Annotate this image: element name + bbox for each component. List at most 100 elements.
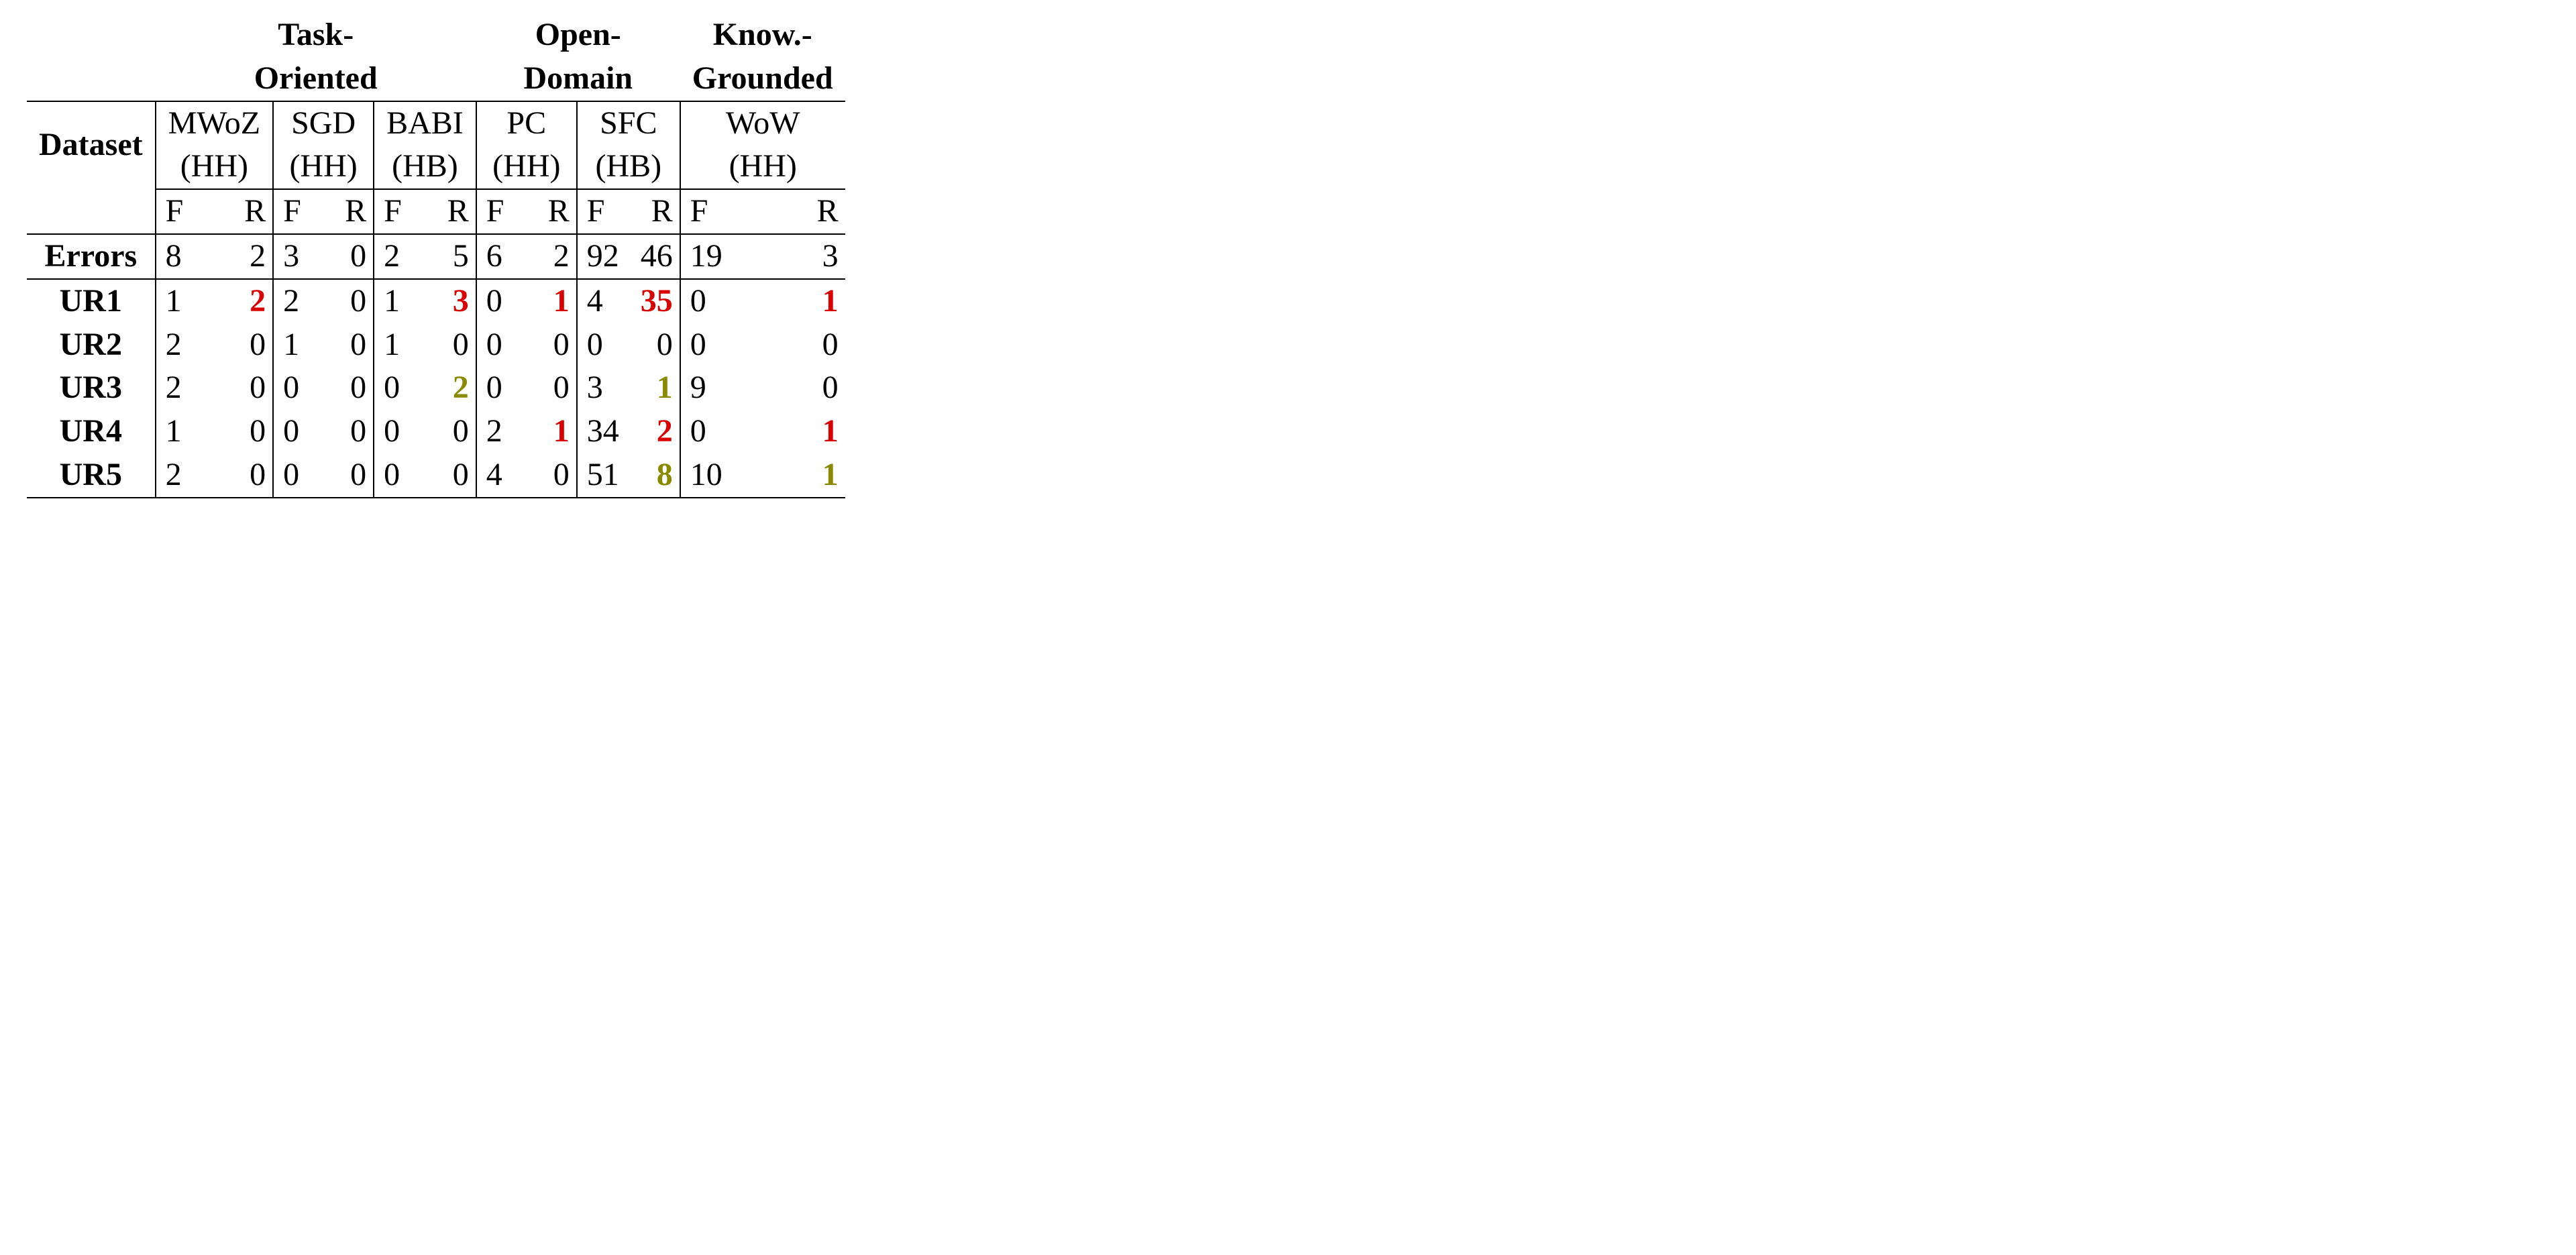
cell: 6 (476, 234, 532, 279)
cell: 0 (476, 279, 532, 323)
dataset-wow-sub: (HH) (680, 145, 845, 189)
cell: 0 (329, 366, 374, 410)
cell: 1 (156, 279, 221, 323)
cell: 3 (577, 366, 634, 410)
row-ur5: UR5 2 0 0 0 0 0 4 0 51 8 10 1 (27, 453, 845, 498)
cell: 1 (634, 366, 680, 410)
col-f: F (273, 189, 329, 234)
cell: 0 (476, 366, 532, 410)
group-task-oriented: Task- (156, 13, 476, 57)
cell: 46 (634, 234, 680, 279)
cell: 0 (329, 453, 374, 498)
dataset-label: Dataset (27, 101, 156, 190)
cell: 0 (329, 234, 374, 279)
cell: 3 (431, 279, 476, 323)
group-open-domain: Open- (476, 13, 680, 57)
col-r: R (634, 189, 680, 234)
col-f: F (374, 189, 430, 234)
cell: 4 (577, 279, 634, 323)
group-know-grounded-b: Grounded (680, 57, 845, 101)
cell: 0 (532, 323, 577, 367)
cell: 0 (431, 453, 476, 498)
row-label: Errors (27, 234, 156, 279)
cell: 2 (221, 279, 273, 323)
col-r: R (532, 189, 577, 234)
row-ur2: UR2 2 0 1 0 1 0 0 0 0 0 0 0 (27, 323, 845, 367)
cell: 0 (273, 410, 329, 453)
group-header-row-1: Task- Open- Know.- (27, 13, 845, 57)
dataset-sfc: SFC (577, 101, 680, 146)
cell: 0 (273, 366, 329, 410)
row-errors: Errors 8 2 3 0 2 5 6 2 92 46 19 3 (27, 234, 845, 279)
group-know-grounded: Know.- (680, 13, 845, 57)
row-label: UR3 (27, 366, 156, 410)
cell: 2 (221, 234, 273, 279)
cell: 9 (680, 366, 773, 410)
cell: 8 (156, 234, 221, 279)
cell: 1 (532, 410, 577, 453)
cell: 2 (156, 453, 221, 498)
dataset-mwoz-sub: (HH) (156, 145, 273, 189)
cell: 34 (577, 410, 634, 453)
cell: 0 (773, 366, 845, 410)
col-f: F (577, 189, 634, 234)
col-r: R (329, 189, 374, 234)
cell: 0 (221, 410, 273, 453)
cell: 0 (680, 279, 773, 323)
row-ur3: UR3 2 0 0 0 0 2 0 0 3 1 9 0 (27, 366, 845, 410)
cell: 0 (374, 453, 430, 498)
col-f: F (156, 189, 221, 234)
cell: 19 (680, 234, 773, 279)
row-ur4: UR4 1 0 0 0 0 0 2 1 34 2 0 1 (27, 410, 845, 453)
cell: 0 (221, 453, 273, 498)
cell: 4 (476, 453, 532, 498)
group-open-domain-b: Domain (476, 57, 680, 101)
cell: 0 (634, 323, 680, 367)
cell: 0 (273, 453, 329, 498)
group-header-row-2: Oriented Domain Grounded (27, 57, 845, 101)
cell: 2 (476, 410, 532, 453)
cell: 2 (156, 323, 221, 367)
cell: 0 (577, 323, 634, 367)
row-label: UR5 (27, 453, 156, 498)
col-f: F (680, 189, 773, 234)
cell: 1 (532, 279, 577, 323)
row-label: UR1 (27, 279, 156, 323)
cell: 2 (634, 410, 680, 453)
col-f: F (476, 189, 532, 234)
fr-header-row: F R F R F R F R F R F R (27, 189, 845, 234)
cell: 2 (273, 279, 329, 323)
dataset-babi: BABI (374, 101, 476, 146)
row-label: UR4 (27, 410, 156, 453)
dataset-babi-sub: (HB) (374, 145, 476, 189)
cell: 1 (773, 453, 845, 498)
cell: 2 (431, 366, 476, 410)
cell: 0 (374, 366, 430, 410)
dataset-mwoz: MWoZ (156, 101, 273, 146)
cell: 0 (680, 323, 773, 367)
cell: 2 (374, 234, 430, 279)
row-ur1: UR1 1 2 2 0 1 3 0 1 4 35 0 1 (27, 279, 845, 323)
cell: 10 (680, 453, 773, 498)
cell: 0 (374, 410, 430, 453)
dataset-sgd: SGD (273, 101, 374, 146)
cell: 1 (273, 323, 329, 367)
cell: 0 (431, 323, 476, 367)
cell: 0 (680, 410, 773, 453)
cell: 35 (634, 279, 680, 323)
row-label: UR2 (27, 323, 156, 367)
cell: 1 (374, 279, 430, 323)
cell: 0 (532, 366, 577, 410)
cell: 2 (532, 234, 577, 279)
cell: 0 (329, 323, 374, 367)
cell: 0 (532, 453, 577, 498)
dataset-pc-sub: (HH) (476, 145, 577, 189)
cell: 1 (374, 323, 430, 367)
cell: 0 (476, 323, 532, 367)
dataset-sfc-sub: (HB) (577, 145, 680, 189)
cell: 0 (221, 366, 273, 410)
cell: 0 (329, 410, 374, 453)
dataset-sgd-sub: (HH) (273, 145, 374, 189)
cell: 1 (156, 410, 221, 453)
cell: 3 (273, 234, 329, 279)
